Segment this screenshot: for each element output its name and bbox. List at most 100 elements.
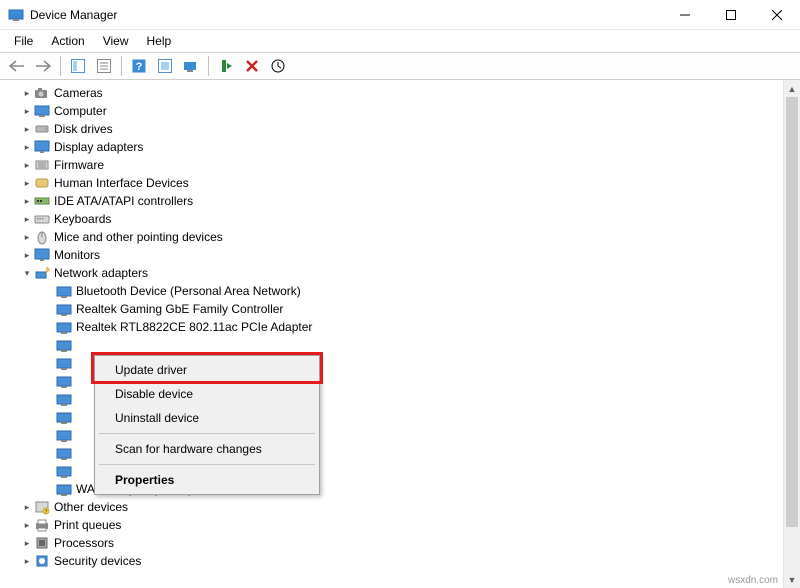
context-disable-device[interactable]: Disable device (97, 382, 317, 406)
watermark: wsxdn.com (728, 575, 778, 586)
tree-node[interactable]: ▸Bluetooth Device (Personal Area Network… (2, 282, 800, 300)
net-icon (56, 481, 72, 497)
tree-node-label: Network adapters (54, 264, 148, 282)
tree-node-label: Cameras (54, 84, 103, 102)
tree-node[interactable]: ▸ Cameras (2, 84, 800, 102)
scroll-thumb[interactable] (786, 97, 798, 527)
device-tree[interactable]: ▸Cameras▸Computer▸Disk drives▸Display ad… (0, 80, 800, 574)
chevron-right-icon[interactable]: ▸ (20, 552, 34, 570)
vertical-scrollbar[interactable]: ▲ ▼ (783, 80, 800, 588)
tree-node[interactable]: ▸Realtek RTL8822CE 802.11ac PCIe Adapter (2, 318, 800, 336)
context-uninstall-device[interactable]: Uninstall device (97, 406, 317, 430)
tree-node-label: Monitors (54, 246, 100, 264)
other-icon: ? (34, 499, 50, 515)
context-scan-hardware[interactable]: Scan for hardware changes (97, 437, 317, 461)
menu-action[interactable]: Action (43, 32, 92, 50)
tree-node[interactable]: ▸ Firmware (2, 156, 800, 174)
chevron-right-icon[interactable]: ▸ (20, 534, 34, 552)
tree-area: ▸Cameras▸Computer▸Disk drives▸Display ad… (0, 80, 800, 588)
security-icon (34, 553, 50, 569)
tree-node[interactable]: ▸ Disk drives (2, 120, 800, 138)
chevron-right-icon[interactable]: ▸ (20, 84, 34, 102)
tree-node[interactable]: ▸ IDE ATA/ATAPI controllers (2, 192, 800, 210)
tree-node[interactable]: ▸ Display adapters (2, 138, 800, 156)
chevron-right-icon[interactable]: ▸ (20, 138, 34, 156)
chevron-right-icon[interactable]: ▸ (20, 246, 34, 264)
chevron-right-icon[interactable]: ▸ (20, 192, 34, 210)
tree-node-label: Display adapters (54, 138, 143, 156)
keyboard-icon (34, 211, 50, 227)
context-menu: Update driver Disable device Uninstall d… (94, 355, 320, 495)
chevron-right-icon[interactable]: ▸ (20, 120, 34, 138)
minimize-button[interactable] (662, 0, 708, 30)
disable-device-button[interactable] (240, 54, 264, 78)
tree-node[interactable]: ▸Keyboards (2, 210, 800, 228)
toolbar-separator (60, 56, 61, 76)
update-driver-button[interactable] (266, 54, 290, 78)
tree-node-label: Realtek Gaming GbE Family Controller (76, 300, 283, 318)
chevron-right-icon[interactable]: ▸ (20, 174, 34, 192)
tree-node[interactable]: ▾ Network adapters (2, 264, 800, 282)
scroll-down-arrow[interactable]: ▼ (784, 571, 800, 588)
tree-node[interactable]: ▸Mice and other pointing devices (2, 228, 800, 246)
maximize-button[interactable] (708, 0, 754, 30)
help-button[interactable]: ? (127, 54, 151, 78)
chevron-right-icon[interactable]: ▸ (20, 498, 34, 516)
net-icon (56, 355, 72, 371)
context-properties[interactable]: Properties (97, 468, 317, 492)
show-hide-console-tree-button[interactable] (66, 54, 90, 78)
tree-node-label: IDE ATA/ATAPI controllers (54, 192, 193, 210)
scan-hardware-button[interactable] (179, 54, 203, 78)
monitor-icon (34, 247, 50, 263)
action-button[interactable] (153, 54, 177, 78)
tree-node[interactable]: ▸Computer (2, 102, 800, 120)
net-icon (56, 463, 72, 479)
window-title: Device Manager (30, 8, 662, 22)
ide-icon (34, 193, 50, 209)
context-update-driver[interactable]: Update driver (97, 358, 317, 382)
chevron-right-icon[interactable]: ▸ (20, 156, 34, 174)
chevron-right-icon[interactable]: ▸ (20, 102, 34, 120)
chevron-down-icon[interactable]: ▾ (20, 264, 34, 282)
tree-node-label: Print queues (54, 516, 121, 534)
net-icon (56, 391, 72, 407)
net-icon (56, 301, 72, 317)
menu-help[interactable]: Help (139, 32, 180, 50)
tree-node-label: Disk drives (54, 120, 113, 138)
titlebar: Device Manager (0, 0, 800, 30)
svg-text:?: ? (45, 510, 48, 516)
tree-node[interactable]: ▸Security devices (2, 552, 800, 570)
tree-node[interactable]: ▸ Print queues (2, 516, 800, 534)
net-icon (56, 409, 72, 425)
tree-node[interactable]: ▸Human Interface Devices (2, 174, 800, 192)
firmware-icon (34, 157, 50, 173)
forward-button[interactable] (31, 54, 55, 78)
net-icon (56, 427, 72, 443)
chevron-right-icon[interactable]: ▸ (20, 210, 34, 228)
menu-file[interactable]: File (6, 32, 41, 50)
context-separator (99, 433, 315, 434)
net-icon (56, 445, 72, 461)
toolbar-separator (121, 56, 122, 76)
enable-device-button[interactable] (214, 54, 238, 78)
scroll-up-arrow[interactable]: ▲ (784, 80, 800, 97)
tree-node-label: Other devices (54, 498, 128, 516)
tree-node-label: Firmware (54, 156, 104, 174)
chevron-right-icon[interactable]: ▸ (20, 516, 34, 534)
tree-node[interactable]: ▸ (2, 336, 800, 354)
tree-node[interactable]: ▸ Monitors (2, 246, 800, 264)
mouse-icon (34, 229, 50, 245)
display-icon (34, 139, 50, 155)
back-button[interactable] (5, 54, 29, 78)
chevron-right-icon[interactable]: ▸ (20, 228, 34, 246)
close-button[interactable] (754, 0, 800, 30)
properties-button[interactable] (92, 54, 116, 78)
app-icon (8, 7, 24, 23)
toolbar: ? (0, 52, 800, 80)
tree-node[interactable]: ▸Processors (2, 534, 800, 552)
camera-icon (34, 85, 50, 101)
menu-view[interactable]: View (95, 32, 137, 50)
tree-node[interactable]: ▸Realtek Gaming GbE Family Controller (2, 300, 800, 318)
tree-node[interactable]: ▸? Other devices (2, 498, 800, 516)
menubar: File Action View Help (0, 30, 800, 52)
